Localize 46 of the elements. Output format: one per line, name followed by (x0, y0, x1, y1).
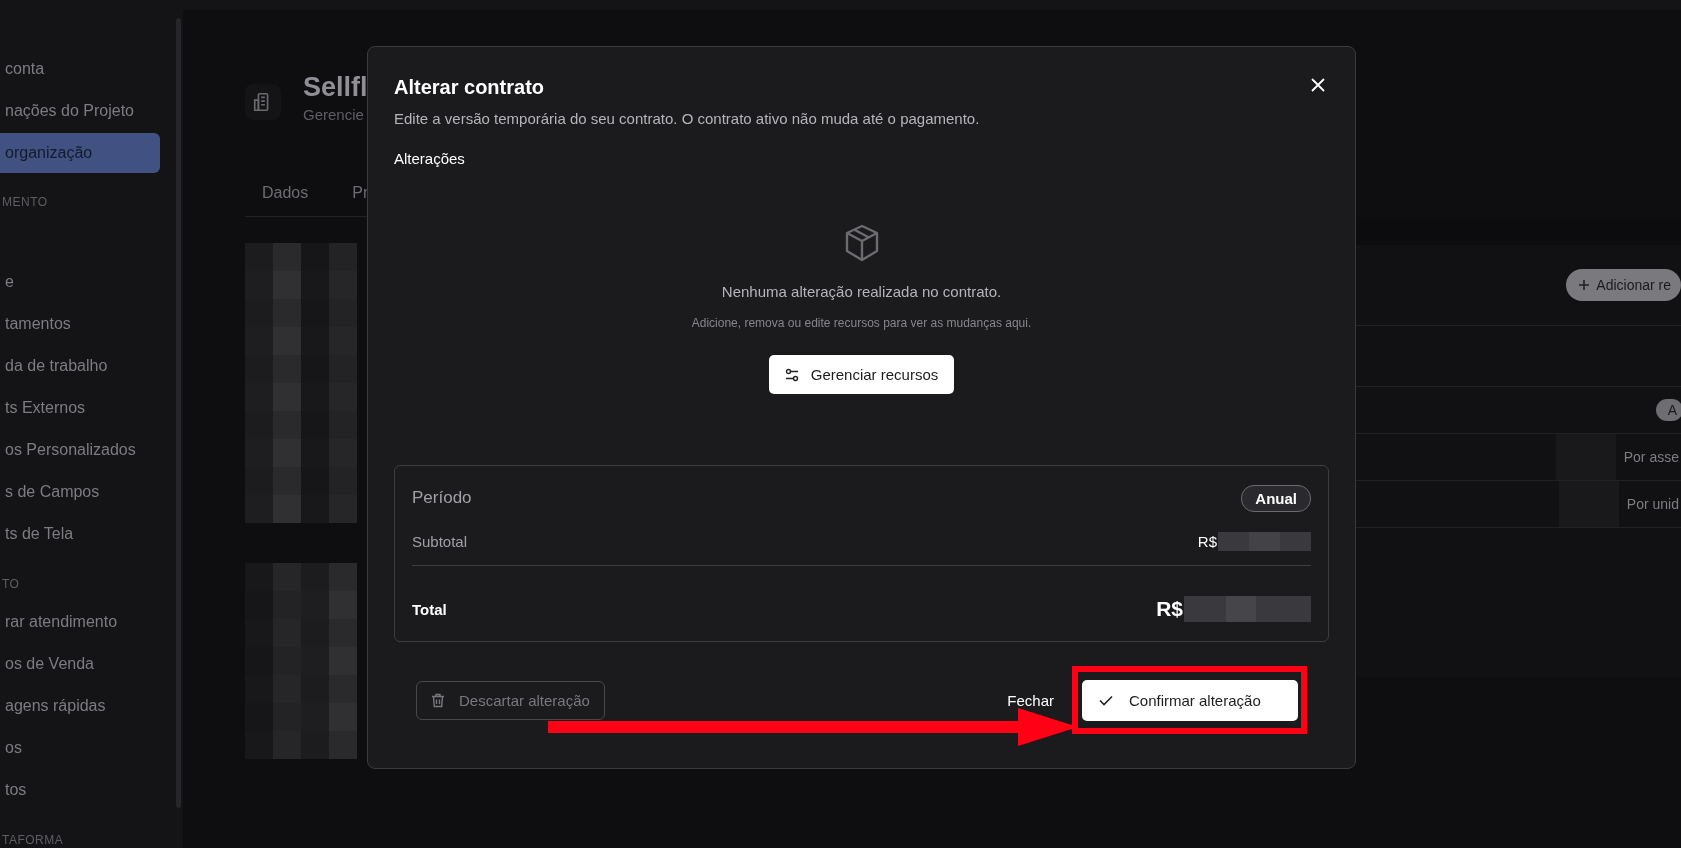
sidebar-item[interactable]: conta (0, 48, 160, 90)
dialog-title: Alterar contrato (394, 75, 545, 100)
subtotal-label: Subtotal (412, 532, 468, 550)
sidebar-item[interactable]: e (0, 261, 160, 303)
sidebar-section-label: TO (1, 576, 21, 593)
sidebar-section-label: MENTO (1, 194, 49, 211)
plus-icon (1578, 279, 1591, 291)
confirm-button[interactable]: Confirmar alteração (1082, 680, 1298, 721)
sidebar-item[interactable]: tos (0, 769, 160, 811)
sidebar-item[interactable]: s de Campos (0, 471, 160, 513)
status-pill: A (1655, 399, 1681, 421)
currency-symbol: R$ (1156, 597, 1183, 621)
total-label: Total (412, 600, 447, 618)
sidebar-item[interactable]: nações do Projeto (0, 90, 160, 132)
manage-resources-button[interactable]: Gerenciar recursos (768, 355, 955, 394)
tab[interactable]: Pr (352, 184, 369, 202)
dialog-description: Edite a versão temporária do seu contrato. O contrato ativo não muda até o pagamento. (394, 109, 981, 129)
sidebar-item[interactable]: tamentos (0, 303, 160, 345)
sidebar-item[interactable]: agens rápidas (0, 685, 160, 727)
sidebar-item[interactable]: os Personalizados (0, 429, 160, 471)
sidebar-item[interactable]: ts de Tela (0, 513, 160, 555)
add-resource-button[interactable]: Adicionar re (1566, 269, 1681, 301)
sidebar-item[interactable]: ts Externos (0, 387, 160, 429)
sliders-icon (784, 367, 799, 382)
sidebar-item[interactable]: rar atendimento (0, 601, 160, 643)
pricing-type: Por asse (1623, 449, 1680, 465)
page-title: Sellfl (303, 72, 368, 102)
sidebar-item[interactable]: da de trabalho (0, 345, 160, 387)
sidebar-item[interactable]: organização (0, 133, 160, 173)
check-icon (1099, 695, 1113, 706)
building-icon (245, 83, 281, 120)
period-badge: Anual (1241, 484, 1311, 512)
trash-icon (431, 692, 445, 708)
page-subtitle: Gerencie (303, 106, 365, 123)
sidebar-item[interactable]: os de Venda (0, 643, 160, 685)
close-icon[interactable] (1310, 77, 1326, 93)
sidebar-item[interactable]: os (0, 727, 160, 769)
section-label: Alterações (394, 149, 466, 169)
period-label: Período (412, 488, 472, 508)
sidebar-section-label: TAFORMA (1, 832, 65, 848)
currency-symbol: R$ (1197, 532, 1217, 550)
empty-state-hint: Adicione, remova ou edite recursos para ver as mudanças aqui. (691, 315, 1032, 331)
empty-state-message: Nenhuma alteração realizada no contrato. (721, 282, 1002, 302)
tab[interactable]: Dados (262, 184, 309, 202)
close-button[interactable]: Fechar (1007, 691, 1054, 709)
pricing-type: Por unid (1626, 496, 1680, 512)
